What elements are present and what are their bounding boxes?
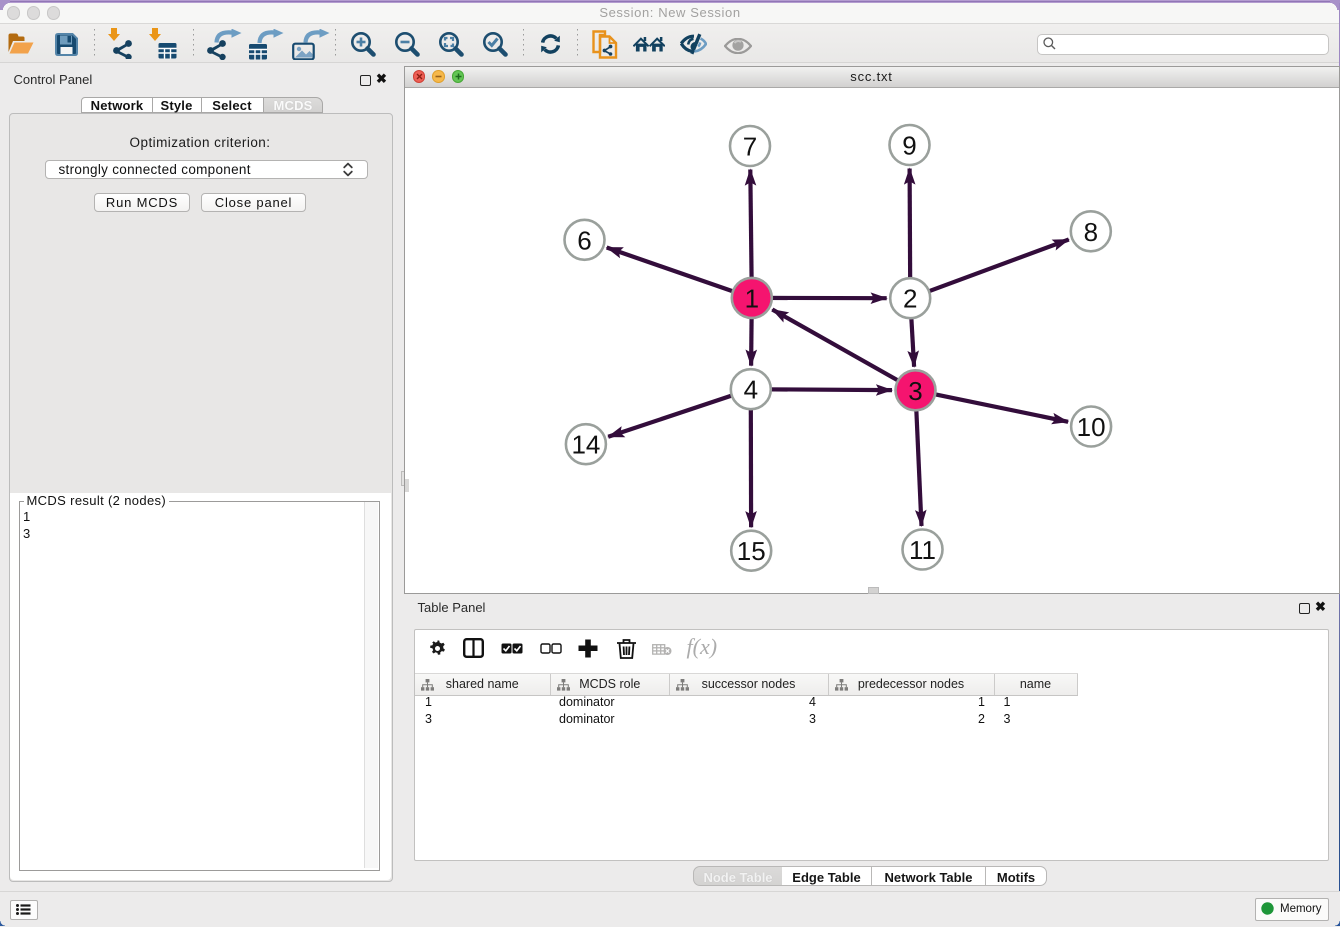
- svg-text:7: 7: [742, 131, 756, 161]
- svg-text:6: 6: [577, 225, 591, 255]
- svg-text:10: 10: [1076, 412, 1105, 442]
- svg-text:11: 11: [909, 535, 936, 565]
- svg-text:15: 15: [736, 536, 765, 566]
- svg-text:4: 4: [743, 374, 757, 404]
- svg-text:3: 3: [908, 375, 922, 405]
- svg-text:9: 9: [902, 130, 916, 160]
- svg-text:2: 2: [902, 283, 916, 313]
- svg-text:1: 1: [744, 283, 758, 313]
- svg-text:8: 8: [1083, 216, 1097, 246]
- svg-text:14: 14: [571, 429, 600, 459]
